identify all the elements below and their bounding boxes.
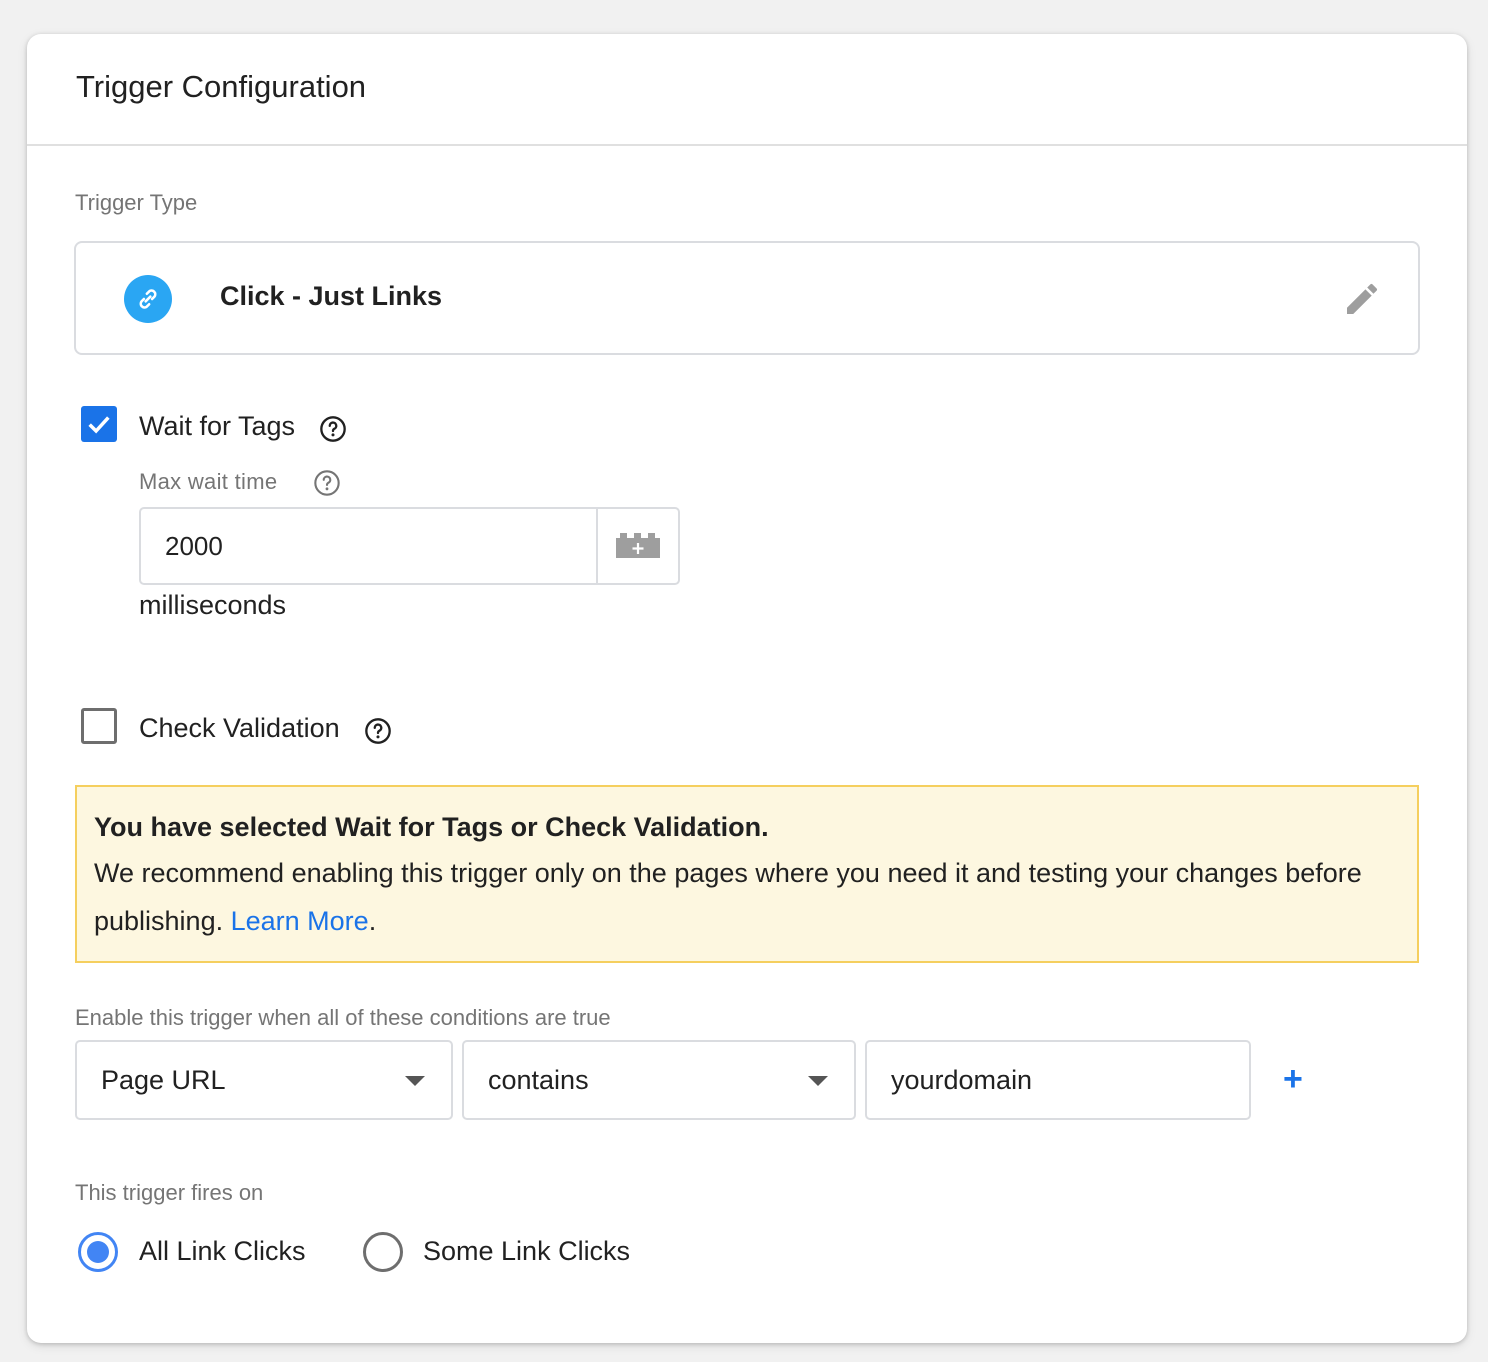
- checkmark-icon: [88, 416, 110, 434]
- some-link-clicks-label[interactable]: Some Link Clicks: [423, 1236, 630, 1267]
- radio-selected-dot: [87, 1241, 109, 1263]
- operator-select[interactable]: contains: [462, 1040, 856, 1120]
- warning-banner: You have selected Wait for Tags or Check…: [75, 785, 1419, 963]
- link-icon: [124, 275, 172, 323]
- chevron-down-icon: [808, 1076, 828, 1086]
- trigger-configuration-card: Trigger Configuration Trigger Type Click…: [27, 34, 1467, 1343]
- variable-select[interactable]: Page URL: [75, 1040, 453, 1120]
- help-icon[interactable]: [364, 717, 392, 750]
- add-condition-button[interactable]: +: [1283, 1062, 1303, 1096]
- max-wait-time-field: [139, 507, 680, 585]
- card-header: Trigger Configuration: [27, 34, 1467, 146]
- trigger-type-box[interactable]: Click - Just Links: [74, 241, 1420, 355]
- fires-on-label: This trigger fires on: [75, 1180, 264, 1205]
- max-wait-time-input[interactable]: [141, 509, 596, 583]
- condition-value-field: [865, 1040, 1251, 1120]
- condition-value-input[interactable]: [891, 1064, 1249, 1096]
- conditions-label: Enable this trigger when all of these co…: [75, 1005, 611, 1030]
- warning-text: We recommend enabling this trigger only …: [94, 849, 1400, 945]
- chevron-down-icon: [405, 1076, 425, 1086]
- all-link-clicks-label[interactable]: All Link Clicks: [139, 1236, 306, 1267]
- warning-period: .: [368, 906, 377, 936]
- trigger-type-name: Click - Just Links: [220, 281, 443, 311]
- check-validation-checkbox[interactable]: [81, 708, 117, 744]
- max-wait-time-label: Max wait time: [139, 469, 278, 494]
- trigger-type-label: Trigger Type: [75, 190, 198, 215]
- help-icon[interactable]: [313, 469, 341, 502]
- learn-more-link[interactable]: Learn More: [231, 906, 369, 936]
- variable-picker-button[interactable]: [596, 509, 678, 583]
- all-link-clicks-radio[interactable]: [78, 1232, 118, 1272]
- variable-select-value: Page URL: [101, 1064, 226, 1095]
- card-title: Trigger Configuration: [76, 69, 367, 104]
- wait-for-tags-checkbox[interactable]: [81, 406, 117, 442]
- milliseconds-label: milliseconds: [139, 590, 287, 620]
- some-link-clicks-radio[interactable]: [363, 1232, 403, 1272]
- help-icon[interactable]: [319, 415, 347, 448]
- pencil-icon[interactable]: [1342, 279, 1382, 319]
- wait-for-tags-label[interactable]: Wait for Tags: [139, 411, 295, 442]
- operator-select-value: contains: [488, 1064, 589, 1095]
- warning-title: You have selected Wait for Tags or Check…: [94, 812, 769, 842]
- add-variable-icon: [616, 533, 660, 558]
- check-validation-label[interactable]: Check Validation: [139, 713, 340, 744]
